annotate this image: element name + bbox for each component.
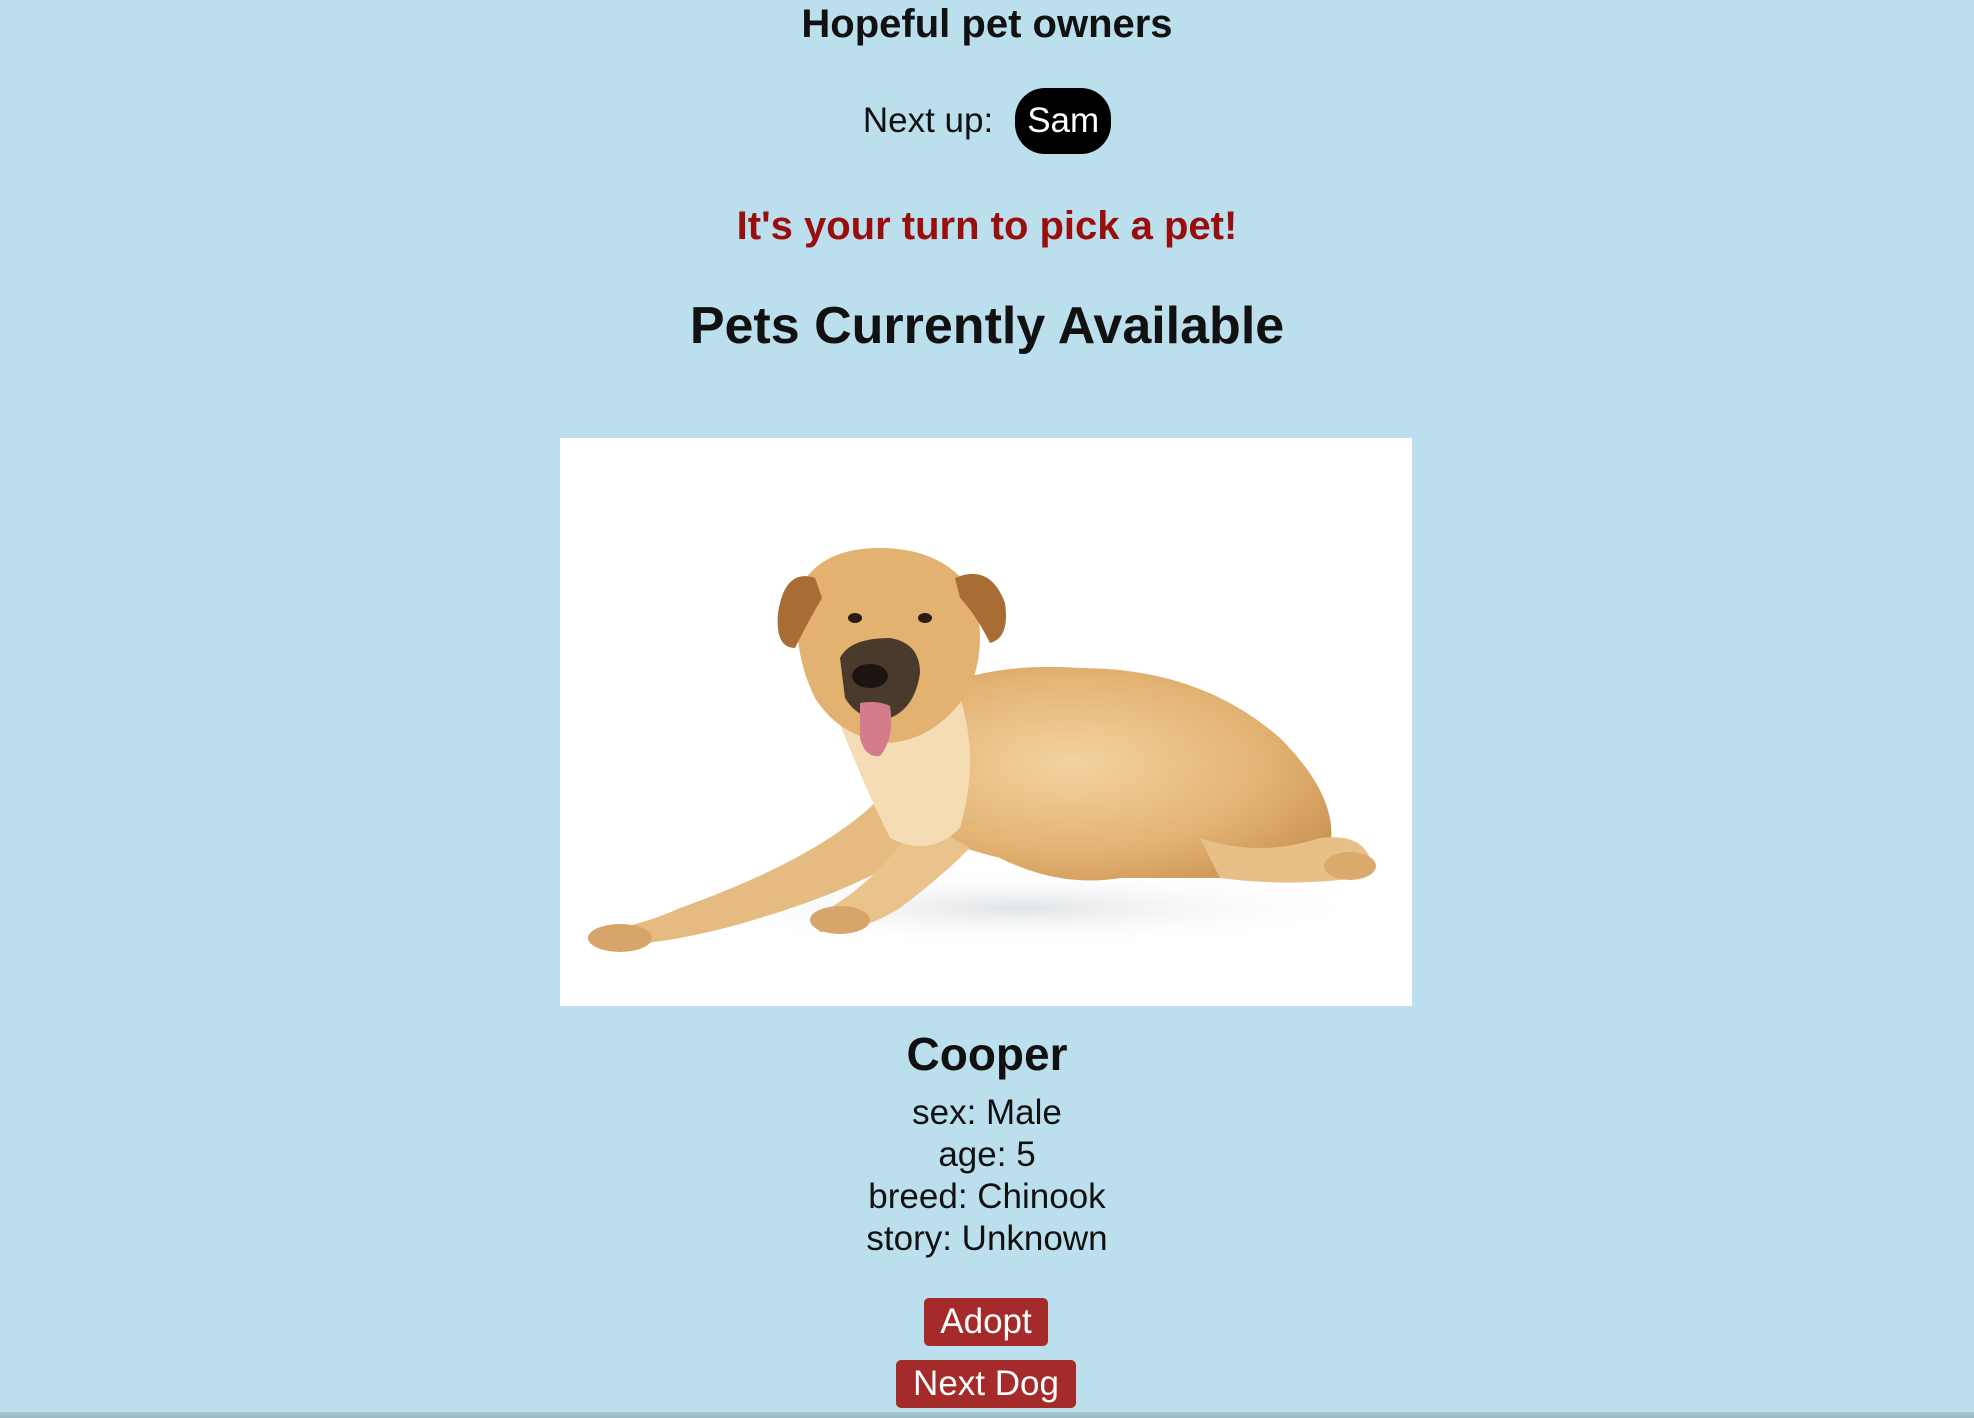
pet-photo (560, 438, 1412, 1006)
dog-icon (588, 548, 1380, 952)
pet-breed: breed: Chinook (868, 1177, 1106, 1216)
next-up-label: Next up: (862, 101, 994, 140)
page: Hopeful pet owners Next up: Sam It's you… (0, 0, 1974, 1412)
pet-story: story: Unknown (866, 1219, 1108, 1258)
next-up-name-badge[interactable]: Sam (1015, 88, 1112, 154)
pets-heading: Pets Currently Available (689, 297, 1285, 355)
adopt-button[interactable]: Adopt (924, 1298, 1048, 1346)
owners-heading: Hopeful pet owners (801, 2, 1173, 46)
pet-sex: sex: Male (912, 1093, 1062, 1132)
pet-details: sex: Male age: 5 breed: Chinook story: U… (0, 1092, 1974, 1260)
turn-message: It's your turn to pick a pet! (736, 204, 1238, 248)
bottom-divider (0, 1412, 1974, 1418)
next-up-row: Next up: Sam (0, 88, 1974, 154)
pet-age: age: 5 (938, 1135, 1036, 1174)
next-dog-button[interactable]: Next Dog (896, 1360, 1076, 1408)
pet-name: Cooper (906, 1028, 1068, 1080)
